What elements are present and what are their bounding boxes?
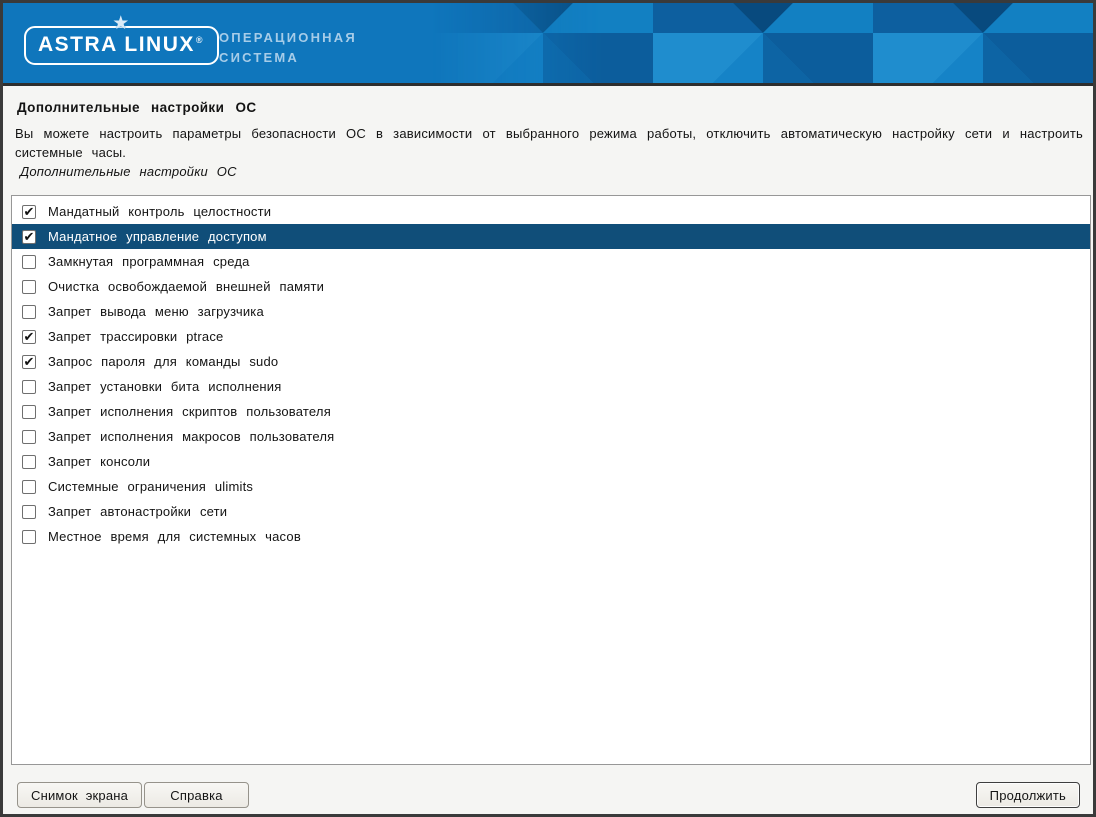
option-row[interactable]: ✔ Запрет трассировки ptrace bbox=[12, 324, 1090, 349]
option-label: Запрет вывода меню загрузчика bbox=[48, 304, 264, 319]
option-row[interactable]: Запрет исполнения макросов пользователя bbox=[12, 424, 1090, 449]
checkbox-icon[interactable] bbox=[22, 530, 36, 544]
checkbox-icon[interactable] bbox=[22, 255, 36, 269]
option-row[interactable]: ✔ Мандатный контроль целостности bbox=[12, 199, 1090, 224]
checkbox-icon[interactable]: ✔ bbox=[22, 355, 36, 369]
option-label: Местное время для системных часов bbox=[48, 529, 301, 544]
option-row[interactable]: Очистка освобождаемой внешней памяти bbox=[12, 274, 1090, 299]
option-row[interactable]: ✔ Запрос пароля для команды sudo bbox=[12, 349, 1090, 374]
option-label: Запрет исполнения скриптов пользователя bbox=[48, 404, 331, 419]
option-row[interactable]: Запрет установки бита исполнения bbox=[12, 374, 1090, 399]
checkbox-icon[interactable] bbox=[22, 405, 36, 419]
registered-mark: ® bbox=[196, 35, 204, 45]
option-row[interactable]: Системные ограничения ulimits bbox=[12, 474, 1090, 499]
checkbox-icon[interactable]: ✔ bbox=[22, 230, 36, 244]
checkbox-icon[interactable]: ✔ bbox=[22, 330, 36, 344]
option-row[interactable]: Запрет консоли bbox=[12, 449, 1090, 474]
option-label: Замкнутая программная среда bbox=[48, 254, 250, 269]
astra-linux-logo: ★ ASTRA LINUX® bbox=[24, 26, 219, 65]
checkbox-icon[interactable] bbox=[22, 380, 36, 394]
option-label: Запрет исполнения макросов пользователя bbox=[48, 429, 334, 444]
checkbox-icon[interactable] bbox=[22, 430, 36, 444]
options-list[interactable]: ✔ Мандатный контроль целостности ✔ Манда… bbox=[11, 195, 1091, 765]
help-button[interactable]: Справка bbox=[144, 782, 249, 808]
checkbox-icon[interactable] bbox=[22, 455, 36, 469]
option-label: Запрет консоли bbox=[48, 454, 150, 469]
option-row[interactable]: Запрет автонастройки сети bbox=[12, 499, 1090, 524]
header-facet-pattern bbox=[433, 3, 1093, 83]
option-label: Запрет автонастройки сети bbox=[48, 504, 227, 519]
options-list-label: Дополнительные настройки ОС bbox=[20, 164, 237, 179]
checkbox-icon[interactable] bbox=[22, 505, 36, 519]
option-row[interactable]: Запрет исполнения скриптов пользователя bbox=[12, 399, 1090, 424]
brand-line-1: ОПЕРАЦИОННАЯ bbox=[219, 28, 357, 48]
checkbox-icon[interactable] bbox=[22, 305, 36, 319]
option-row[interactable]: ✔ Мандатное управление доступом bbox=[12, 224, 1090, 249]
page-title: Дополнительные настройки ОС bbox=[17, 100, 257, 115]
checkbox-icon[interactable] bbox=[22, 480, 36, 494]
option-label: Запрет трассировки ptrace bbox=[48, 329, 223, 344]
brand-caption: ОПЕРАЦИОННАЯ СИСТЕМА bbox=[219, 28, 357, 67]
option-label: Очистка освобождаемой внешней памяти bbox=[48, 279, 324, 294]
option-label: Мандатное управление доступом bbox=[48, 229, 267, 244]
option-label: Запрет установки бита исполнения bbox=[48, 379, 281, 394]
star-icon: ★ bbox=[112, 14, 131, 33]
option-label: Запрос пароля для команды sudo bbox=[48, 354, 278, 369]
header-banner: ★ ASTRA LINUX® ОПЕРАЦИОННАЯ СИСТЕМА bbox=[3, 3, 1093, 86]
option-row[interactable]: Замкнутая программная среда bbox=[12, 249, 1090, 274]
continue-button[interactable]: Продолжить bbox=[976, 782, 1080, 808]
checkbox-icon[interactable] bbox=[22, 280, 36, 294]
option-row[interactable]: Запрет вывода меню загрузчика bbox=[12, 299, 1090, 324]
option-label: Мандатный контроль целостности bbox=[48, 204, 271, 219]
checkbox-icon[interactable]: ✔ bbox=[22, 205, 36, 219]
option-row[interactable]: Местное время для системных часов bbox=[12, 524, 1090, 549]
brand-line-2: СИСТЕМА bbox=[219, 48, 357, 68]
page-description: Вы можете настроить параметры безопаснос… bbox=[15, 124, 1083, 162]
installer-window: ★ ASTRA LINUX® ОПЕРАЦИОННАЯ СИСТЕМА Допо… bbox=[0, 0, 1096, 817]
screenshot-button[interactable]: Снимок экрана bbox=[17, 782, 142, 808]
option-label: Системные ограничения ulimits bbox=[48, 479, 253, 494]
logo-text: ASTRA LINUX bbox=[38, 33, 195, 56]
